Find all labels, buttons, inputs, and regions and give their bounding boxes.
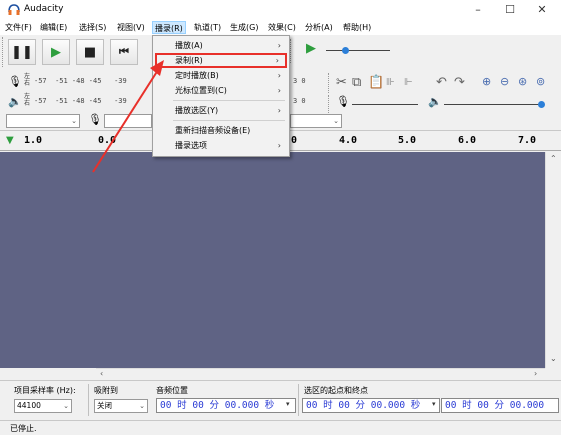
annotation-arrow xyxy=(92,60,164,173)
annotation-arrow-head xyxy=(150,60,164,76)
annotation-arrow-shaft xyxy=(92,69,159,173)
